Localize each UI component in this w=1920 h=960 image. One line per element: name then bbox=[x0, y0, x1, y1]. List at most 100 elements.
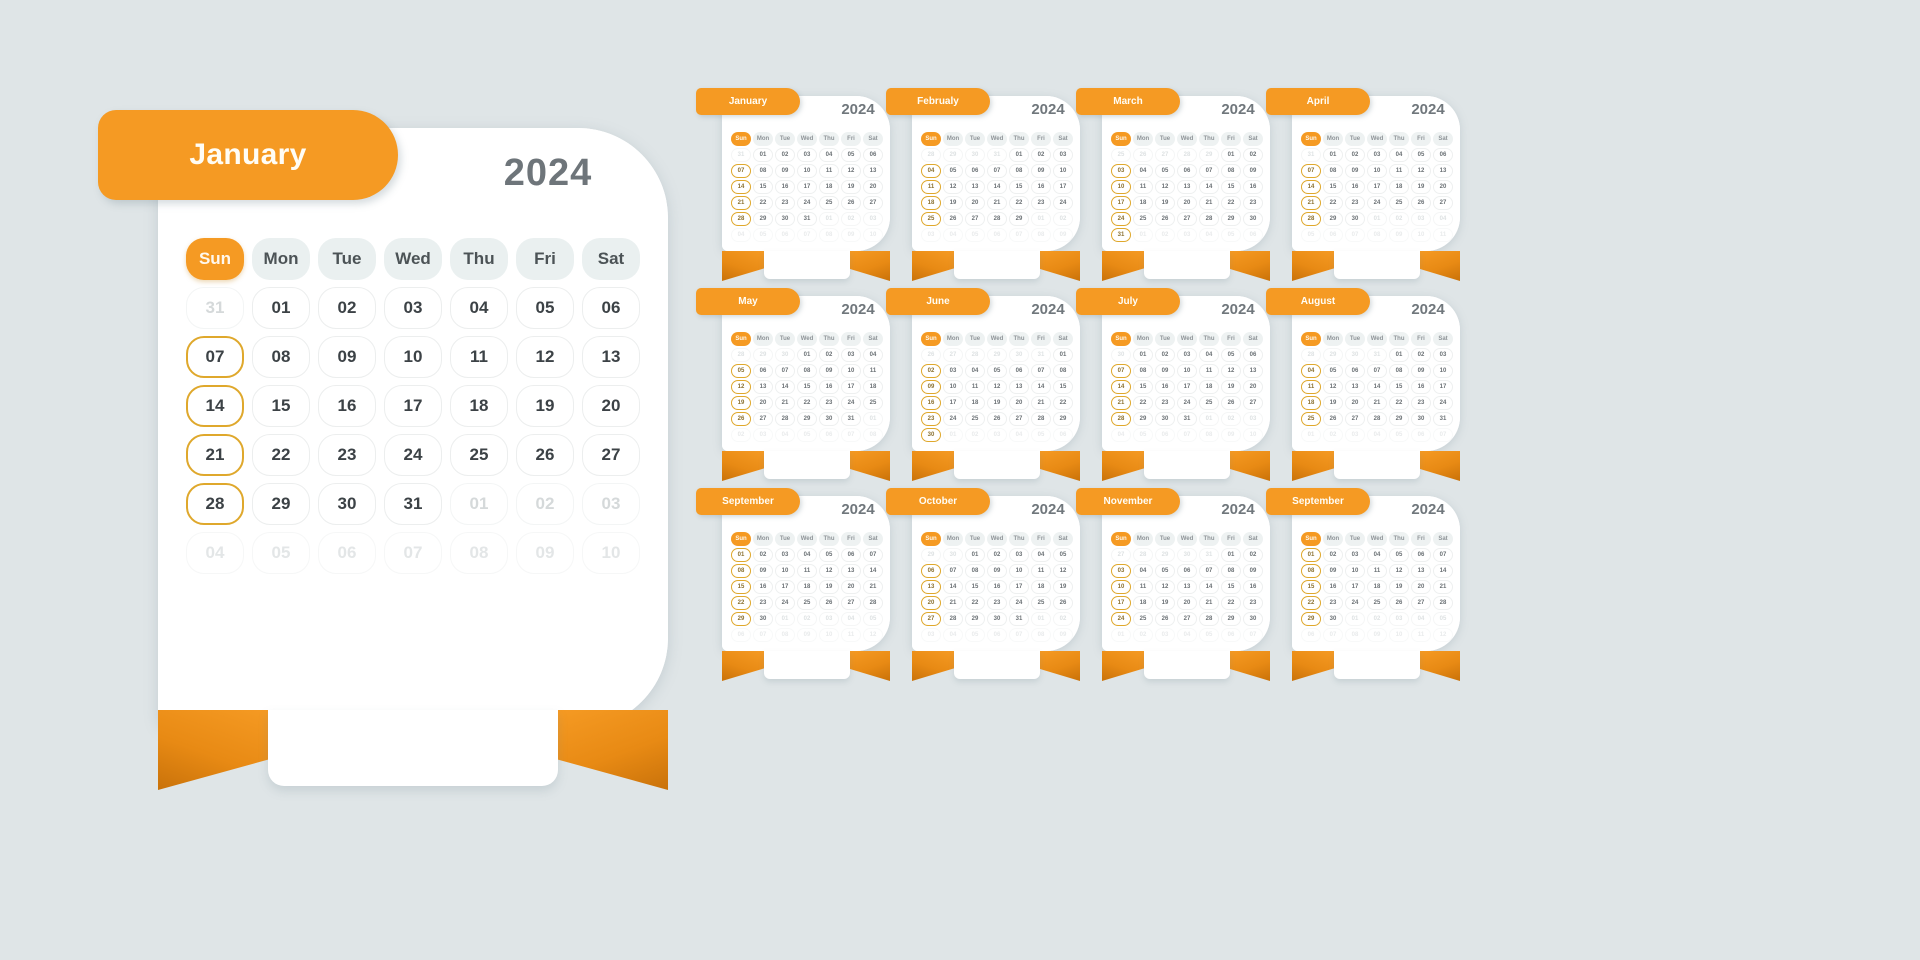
mini-weekday-header-sat[interactable]: Sat bbox=[1053, 532, 1073, 546]
mini-day-cell[interactable]: 02 bbox=[819, 348, 839, 362]
mini-day-cell[interactable]: 19 bbox=[1323, 396, 1343, 410]
day-cell[interactable]: 28 bbox=[186, 483, 244, 525]
mini-weekday-header-sat[interactable]: Sat bbox=[1243, 332, 1263, 346]
mini-weekday-header-wed[interactable]: Wed bbox=[987, 532, 1007, 546]
mini-day-cell[interactable]: 08 bbox=[1345, 628, 1365, 642]
mini-day-cell[interactable]: 31 bbox=[1199, 548, 1219, 562]
mini-day-cell[interactable]: 30 bbox=[1177, 548, 1197, 562]
day-cell[interactable]: 12 bbox=[516, 336, 574, 378]
mini-weekday-header-mon[interactable]: Mon bbox=[1133, 132, 1153, 146]
mini-day-cell[interactable]: 06 bbox=[731, 628, 751, 642]
mini-day-cell[interactable]: 06 bbox=[987, 628, 1007, 642]
mini-weekday-header-wed[interactable]: Wed bbox=[987, 132, 1007, 146]
mini-day-cell[interactable]: 04 bbox=[1389, 148, 1409, 162]
mini-day-cell[interactable]: 12 bbox=[1221, 364, 1241, 378]
mini-day-cell[interactable]: 30 bbox=[1345, 212, 1365, 226]
mini-day-cell[interactable]: 10 bbox=[1411, 228, 1431, 242]
mini-day-cell[interactable]: 19 bbox=[943, 196, 963, 210]
mini-day-cell[interactable]: 04 bbox=[943, 228, 963, 242]
mini-calendar-month-tab[interactable]: Februaly bbox=[886, 88, 990, 115]
mini-day-cell[interactable]: 15 bbox=[1221, 180, 1241, 194]
mini-day-cell[interactable]: 27 bbox=[863, 196, 883, 210]
mini-day-cell[interactable]: 23 bbox=[775, 196, 795, 210]
mini-weekday-header-fri[interactable]: Fri bbox=[1411, 132, 1431, 146]
day-cell[interactable]: 02 bbox=[318, 287, 376, 329]
mini-day-cell[interactable]: 08 bbox=[1221, 564, 1241, 578]
mini-day-cell[interactable]: 07 bbox=[863, 548, 883, 562]
day-cell[interactable]: 27 bbox=[582, 434, 640, 476]
mini-day-cell[interactable]: 16 bbox=[775, 180, 795, 194]
mini-day-cell[interactable]: 03 bbox=[1177, 228, 1197, 242]
mini-day-cell[interactable]: 06 bbox=[1177, 564, 1197, 578]
mini-day-cell[interactable]: 15 bbox=[965, 580, 985, 594]
day-cell[interactable]: 01 bbox=[252, 287, 310, 329]
mini-day-cell[interactable]: 26 bbox=[1389, 596, 1409, 610]
mini-day-cell[interactable]: 13 bbox=[863, 164, 883, 178]
mini-day-cell[interactable]: 01 bbox=[1133, 228, 1153, 242]
mini-day-cell[interactable]: 01 bbox=[1031, 612, 1051, 626]
mini-day-cell[interactable]: 14 bbox=[731, 180, 751, 194]
day-cell[interactable]: 16 bbox=[318, 385, 376, 427]
weekday-header-sat[interactable]: Sat bbox=[582, 238, 640, 280]
mini-day-cell[interactable]: 04 bbox=[1199, 348, 1219, 362]
mini-day-cell[interactable]: 23 bbox=[1323, 596, 1343, 610]
mini-day-cell[interactable]: 05 bbox=[1301, 228, 1321, 242]
day-cell[interactable]: 04 bbox=[186, 532, 244, 574]
mini-day-cell[interactable]: 03 bbox=[819, 612, 839, 626]
mini-weekday-header-wed[interactable]: Wed bbox=[1367, 332, 1387, 346]
mini-day-cell[interactable]: 12 bbox=[863, 628, 883, 642]
mini-day-cell[interactable]: 13 bbox=[841, 564, 861, 578]
mini-day-cell[interactable]: 24 bbox=[943, 412, 963, 426]
mini-day-cell[interactable]: 13 bbox=[1345, 380, 1365, 394]
weekday-header-tue[interactable]: Tue bbox=[318, 238, 376, 280]
mini-weekday-header-sun[interactable]: Sun bbox=[1301, 132, 1321, 146]
mini-weekday-header-mon[interactable]: Mon bbox=[943, 532, 963, 546]
mini-day-cell[interactable]: 28 bbox=[1031, 412, 1051, 426]
mini-day-cell[interactable]: 24 bbox=[775, 596, 795, 610]
mini-day-cell[interactable]: 20 bbox=[1177, 596, 1197, 610]
mini-day-cell[interactable]: 03 bbox=[943, 364, 963, 378]
mini-calendar-month-tab[interactable]: March bbox=[1076, 88, 1180, 115]
mini-day-cell[interactable]: 01 bbox=[1345, 612, 1365, 626]
mini-day-cell[interactable]: 14 bbox=[1199, 180, 1219, 194]
mini-day-cell[interactable]: 26 bbox=[841, 196, 861, 210]
mini-day-cell[interactable]: 04 bbox=[1133, 164, 1153, 178]
mini-weekday-header-fri[interactable]: Fri bbox=[1031, 332, 1051, 346]
mini-day-cell[interactable]: 20 bbox=[921, 596, 941, 610]
mini-day-cell[interactable]: 11 bbox=[1367, 564, 1387, 578]
mini-day-cell[interactable]: 01 bbox=[1221, 148, 1241, 162]
mini-day-cell[interactable]: 03 bbox=[921, 628, 941, 642]
mini-day-cell[interactable]: 25 bbox=[1031, 596, 1051, 610]
mini-day-cell[interactable]: 09 bbox=[1155, 364, 1175, 378]
mini-day-cell[interactable]: 15 bbox=[1323, 180, 1343, 194]
mini-weekday-header-sat[interactable]: Sat bbox=[863, 532, 883, 546]
mini-day-cell[interactable]: 03 bbox=[1111, 564, 1131, 578]
mini-day-cell[interactable]: 20 bbox=[1433, 180, 1453, 194]
mini-day-cell[interactable]: 28 bbox=[965, 348, 985, 362]
mini-day-cell[interactable]: 24 bbox=[1111, 212, 1131, 226]
mini-day-cell[interactable]: 03 bbox=[1177, 348, 1197, 362]
mini-day-cell[interactable]: 18 bbox=[965, 396, 985, 410]
day-cell[interactable]: 30 bbox=[318, 483, 376, 525]
mini-day-cell[interactable]: 08 bbox=[1389, 364, 1409, 378]
mini-day-cell[interactable]: 31 bbox=[1301, 148, 1321, 162]
mini-day-cell[interactable]: 20 bbox=[753, 396, 773, 410]
mini-day-cell[interactable]: 02 bbox=[1243, 548, 1263, 562]
mini-day-cell[interactable]: 05 bbox=[943, 164, 963, 178]
mini-day-cell[interactable]: 06 bbox=[965, 164, 985, 178]
mini-day-cell[interactable]: 11 bbox=[1133, 180, 1153, 194]
mini-weekday-header-mon[interactable]: Mon bbox=[943, 132, 963, 146]
mini-weekday-header-wed[interactable]: Wed bbox=[797, 132, 817, 146]
mini-day-cell[interactable]: 09 bbox=[1031, 164, 1051, 178]
mini-day-cell[interactable]: 02 bbox=[1411, 348, 1431, 362]
mini-day-cell[interactable]: 29 bbox=[965, 612, 985, 626]
mini-day-cell[interactable]: 07 bbox=[1199, 564, 1219, 578]
mini-day-cell[interactable]: 19 bbox=[987, 396, 1007, 410]
mini-calendar-month-tab[interactable]: August bbox=[1266, 288, 1370, 315]
day-cell[interactable]: 21 bbox=[186, 434, 244, 476]
day-cell[interactable]: 07 bbox=[186, 336, 244, 378]
mini-day-cell[interactable]: 01 bbox=[1053, 348, 1073, 362]
day-cell[interactable]: 25 bbox=[450, 434, 508, 476]
mini-day-cell[interactable]: 01 bbox=[1009, 148, 1029, 162]
mini-day-cell[interactable]: 29 bbox=[1323, 212, 1343, 226]
